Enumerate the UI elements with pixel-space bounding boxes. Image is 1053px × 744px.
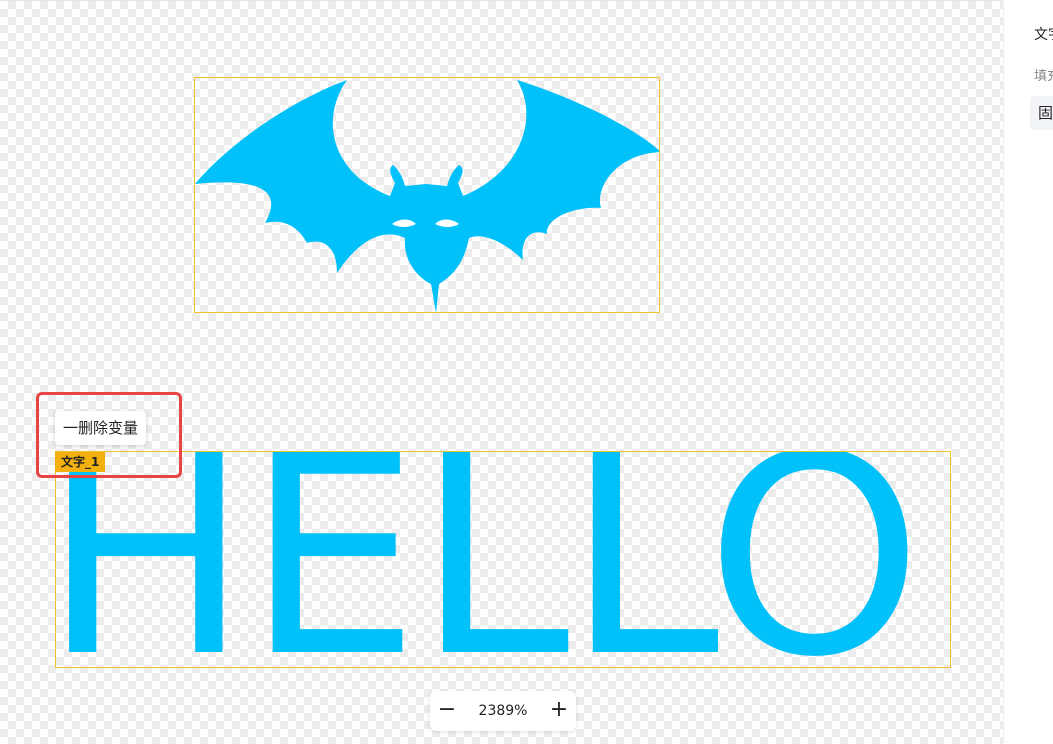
design-canvas[interactable]: HELLO 文字_1 一删除变量 − 2389% + — [0, 0, 1003, 744]
bat-image-element[interactable] — [194, 77, 660, 313]
panel-title: 文字 — [1034, 27, 1053, 43]
fill-type-select[interactable]: 固定 — [1030, 96, 1053, 130]
layer-name-tag: 文字_1 — [55, 452, 106, 472]
properties-panel: 文字 填充 固定 — [1003, 0, 1053, 743]
bat-icon — [195, 80, 659, 312]
delete-variable-button[interactable]: 一删除变量 — [55, 411, 147, 445]
plus-icon[interactable]: + — [542, 691, 576, 731]
zoom-level: 2389% — [478, 703, 528, 719]
minus-icon[interactable]: − — [430, 691, 464, 731]
zoom-control: − 2389% + — [430, 691, 576, 731]
fill-label: 填充 — [1034, 69, 1053, 84]
hello-text: HELLO — [55, 451, 923, 668]
hello-text-element[interactable]: HELLO — [55, 451, 951, 668]
